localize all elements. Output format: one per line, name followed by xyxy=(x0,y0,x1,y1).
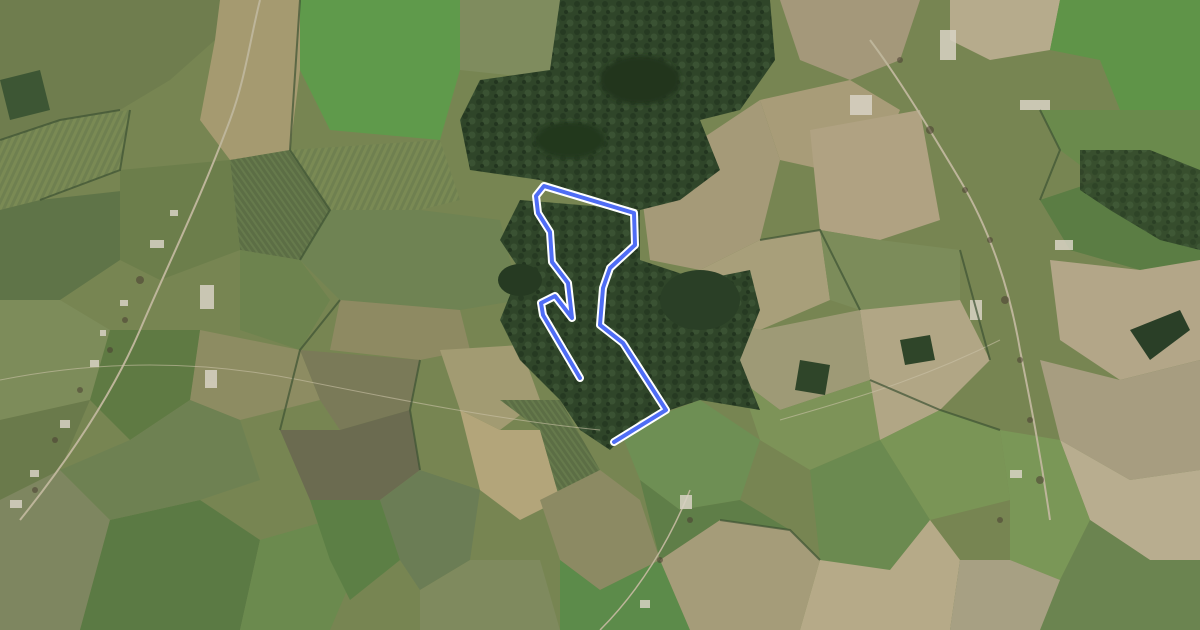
satellite-map[interactable] xyxy=(0,0,1200,630)
